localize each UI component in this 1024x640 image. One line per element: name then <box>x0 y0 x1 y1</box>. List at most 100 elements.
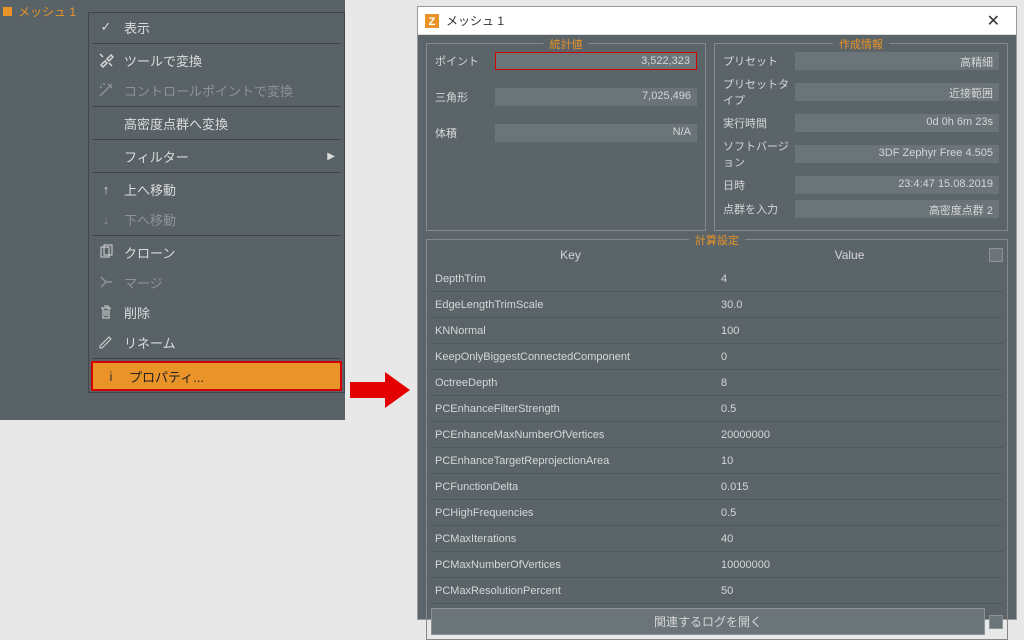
table-header-value[interactable]: Value <box>710 248 989 262</box>
table-cell-value: 30.0 <box>717 299 1003 311</box>
table-cell-key: DepthTrim <box>431 273 717 285</box>
menu-item-clone[interactable]: クローン <box>88 237 345 267</box>
menu-item-move-down[interactable]: ↓ 下へ移動 <box>88 204 345 234</box>
menu-item-move-up[interactable]: ↑ 上へ移動 <box>88 174 345 204</box>
stat-label: ポイント <box>435 53 495 69</box>
stat-row-triangles: 三角形 7,025,496 <box>435 88 697 106</box>
info-value: 23:4:47 15.08.2019 <box>795 176 999 194</box>
menu-label: 上へ移動 <box>124 180 176 199</box>
table-row[interactable]: PCEnhanceTargetReprojectionArea10 <box>431 448 1003 474</box>
info-value: 0d 0h 6m 23s <box>795 114 999 132</box>
info-row-software-version: ソフトバージョン 3DF Zephyr Free 4.505 <box>723 138 999 170</box>
groupbox-legend: 作成情報 <box>833 36 889 52</box>
table-corner-button[interactable] <box>989 248 1003 262</box>
stat-label: 体積 <box>435 125 495 141</box>
groupbox-legend: 計算設定 <box>689 232 745 248</box>
stat-value-triangles: 7,025,496 <box>495 88 697 106</box>
info-row-preset-type: プリセットタイプ 近接範囲 <box>723 76 999 108</box>
open-logs-button[interactable]: 関連するログを開く <box>431 608 985 635</box>
top-groups: 統計値 ポイント 3,522,323 三角形 7,025,496 体積 N/A <box>426 43 1008 231</box>
menu-item-filter[interactable]: フィルター ▶ <box>88 141 345 171</box>
table-row[interactable]: PCEnhanceMaxNumberOfVertices20000000 <box>431 422 1003 448</box>
stat-row-points: ポイント 3,522,323 <box>435 52 697 70</box>
menu-item-rename[interactable]: リネーム <box>88 327 345 357</box>
menu-label: プロパティ... <box>129 367 204 386</box>
info-value: 高密度点群 2 <box>795 200 999 218</box>
table-row[interactable]: OctreeDepth8 <box>431 370 1003 396</box>
table-cell-value: 0.5 <box>717 403 1003 415</box>
table-row[interactable]: DepthTrim4 <box>431 266 1003 292</box>
stat-value-points: 3,522,323 <box>495 52 697 70</box>
svg-text:Z: Z <box>429 16 436 28</box>
menu-label: 削除 <box>124 303 150 322</box>
info-row-datetime: 日時 23:4:47 15.08.2019 <box>723 176 999 194</box>
groupbox-legend: 統計値 <box>544 36 589 52</box>
table-header-key[interactable]: Key <box>431 248 710 262</box>
table-row[interactable]: PCMaxNumberOfVertices10000000 <box>431 552 1003 578</box>
merge-icon <box>98 274 114 290</box>
pencil-icon <box>98 334 114 350</box>
table-cell-key: PCEnhanceMaxNumberOfVertices <box>431 429 717 441</box>
table-row[interactable]: PCMaxIterations40 <box>431 526 1003 552</box>
info-value: 近接範囲 <box>795 83 999 101</box>
table-row[interactable]: PCHighFrequencies0.5 <box>431 500 1003 526</box>
table-cell-value: 10000000 <box>717 559 1003 571</box>
menu-item-merge[interactable]: マージ <box>88 267 345 297</box>
arrow-down-icon: ↓ <box>98 211 114 227</box>
table-cell-key: PCEnhanceFilterStrength <box>431 403 717 415</box>
table-cell-value: 0.5 <box>717 507 1003 519</box>
dialog-title: メッシュ 1 <box>446 12 504 29</box>
info-row-preset: プリセット 高精細 <box>723 52 999 70</box>
menu-separator <box>92 43 341 44</box>
table-row[interactable]: EdgeLengthTrimScale30.0 <box>431 292 1003 318</box>
info-icon: i <box>103 368 119 384</box>
table-body[interactable]: DepthTrim4EdgeLengthTrimScale30.0KNNorma… <box>427 266 1007 604</box>
info-value: 高精細 <box>795 52 999 70</box>
table-row[interactable]: PCEnhanceFilterStrength0.5 <box>431 396 1003 422</box>
menu-item-convert-tool[interactable]: ツールで変換 <box>88 45 345 75</box>
menu-label: クローン <box>124 243 175 262</box>
table-row[interactable]: KNNormal100 <box>431 318 1003 344</box>
tool-icon <box>98 52 114 68</box>
table-footer-button[interactable] <box>989 615 1003 629</box>
info-label: 実行時間 <box>723 115 795 131</box>
menu-item-convert-dense[interactable]: 高密度点群へ変換 <box>88 108 345 138</box>
close-button[interactable]: ✕ <box>977 11 1010 31</box>
mesh-tree-item[interactable]: メッシュ 1 <box>3 3 76 20</box>
table-row[interactable]: PCMaxResolutionPercent50 <box>431 578 1003 604</box>
titlebar[interactable]: Z メッシュ 1 ✕ <box>418 7 1016 35</box>
table-row[interactable]: PCFunctionDelta0.015 <box>431 474 1003 500</box>
table-cell-key: PCEnhanceTargetReprojectionArea <box>431 455 717 467</box>
copy-icon <box>98 244 114 260</box>
table-row[interactable]: KeepOnlyBiggestConnectedComponent0 <box>431 344 1003 370</box>
info-label: プリセットタイプ <box>723 76 795 108</box>
table-cell-key: KNNormal <box>431 325 717 337</box>
menu-label: 高密度点群へ変換 <box>124 114 228 133</box>
table-cell-key: PCHighFrequencies <box>431 507 717 519</box>
blank-icon <box>98 148 114 164</box>
menu-label: 下へ移動 <box>124 210 176 229</box>
menu-separator <box>92 172 341 173</box>
wand-icon <box>98 82 114 98</box>
menu-item-display[interactable]: ✓ 表示 <box>88 12 345 42</box>
table-cell-value: 10 <box>717 455 1003 467</box>
menu-separator <box>92 106 341 107</box>
menu-item-delete[interactable]: 削除 <box>88 297 345 327</box>
blank-icon <box>98 115 114 131</box>
info-label: プリセット <box>723 53 795 69</box>
menu-separator <box>92 139 341 140</box>
stat-row-volume: 体積 N/A <box>435 124 697 142</box>
stat-label: 三角形 <box>435 89 495 105</box>
info-label: 日時 <box>723 177 795 193</box>
menu-item-properties[interactable]: i プロパティ... <box>91 361 342 391</box>
info-value: 3DF Zephyr Free 4.505 <box>795 145 999 163</box>
info-label: ソフトバージョン <box>723 138 795 170</box>
table-cell-value: 40 <box>717 533 1003 545</box>
table-cell-key: EdgeLengthTrimScale <box>431 299 717 311</box>
groupbox-creation-info: 作成情報 プリセット 高精細 プリセットタイプ 近接範囲 実行時間 0d 0h … <box>714 43 1008 231</box>
info-label: 点群を入力 <box>723 201 795 217</box>
info-row-runtime: 実行時間 0d 0h 6m 23s <box>723 114 999 132</box>
table-cell-value: 0.015 <box>717 481 1003 493</box>
menu-item-convert-cp[interactable]: コントロールポイントで変換 <box>88 75 345 105</box>
left-panel: メッシュ 1 ✓ 表示 ツールで変換 コントロールポイントで変換 高密度点群へ変… <box>0 0 345 420</box>
